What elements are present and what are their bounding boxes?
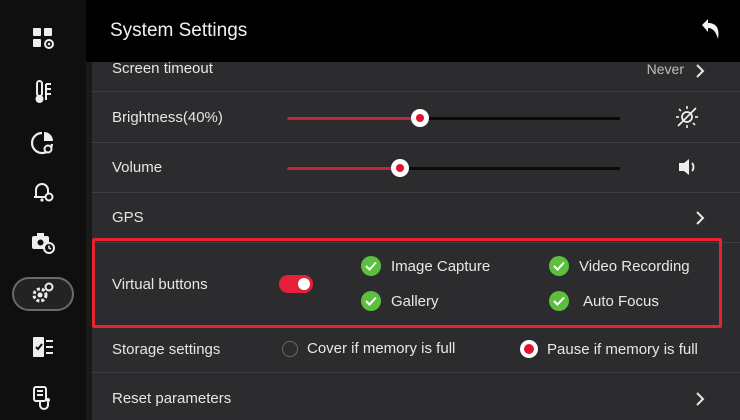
radio-cover-if-full[interactable]: Cover if memory is full — [282, 340, 455, 357]
chevron-right-icon — [694, 211, 706, 230]
radio-unselected-icon — [282, 340, 298, 357]
volume-slider-knob[interactable] — [391, 159, 410, 177]
radio-selected-icon — [520, 340, 538, 358]
chevron-right-icon — [694, 392, 706, 411]
gps-label: GPS — [112, 209, 144, 226]
sidebar-item-analysis[interactable] — [0, 118, 86, 168]
screen-timeout-label: Screen timeout — [112, 62, 213, 77]
volume-slider-fill — [287, 167, 401, 170]
sidebar-item-system-settings[interactable] — [0, 268, 86, 318]
radio-label: Pause if memory is full — [547, 340, 698, 358]
setting-row-gps[interactable]: GPS — [92, 193, 740, 243]
brightness-label: Brightness(40%) — [112, 109, 223, 126]
checklist-icon — [33, 337, 53, 357]
radio-label: Cover if memory is full — [307, 340, 456, 357]
brightness-slider-knob[interactable] — [411, 109, 430, 127]
sidebar-item-general[interactable] — [0, 13, 86, 63]
brightness-slider-fill — [287, 117, 421, 120]
setting-row-brightness: Brightness(40%) — [92, 93, 740, 143]
sidebar-item-alarm[interactable] — [0, 167, 86, 217]
volume-slider[interactable] — [287, 159, 620, 177]
storage-label: Storage settings — [112, 341, 221, 358]
radio-pause-if-full[interactable]: Pause if memory is full — [520, 340, 698, 358]
grid-settings-icon — [33, 28, 54, 49]
gears-icon — [32, 282, 54, 303]
screen-timeout-value: Never — [646, 62, 684, 77]
thermometer-icon — [35, 80, 51, 103]
pie-settings-icon — [30, 131, 54, 155]
header-bar: System Settings — [86, 0, 740, 62]
reset-label: Reset parameters — [112, 390, 232, 407]
volume-label: Volume — [112, 159, 163, 176]
setting-row-screen-timeout[interactable]: Screen timeout Never — [92, 62, 740, 92]
brightness-off-icon[interactable] — [674, 104, 700, 135]
speaker-icon[interactable] — [676, 156, 700, 183]
brightness-slider[interactable] — [287, 109, 620, 127]
back-arrow-icon — [702, 19, 719, 39]
camera-timer-icon — [32, 233, 55, 254]
sidebar-item-temperature[interactable] — [0, 67, 86, 117]
sidebar-item-capture[interactable] — [0, 217, 86, 267]
virtual-buttons-highlight — [92, 238, 722, 328]
stethoscope-icon — [33, 386, 50, 410]
setting-row-reset[interactable]: Reset parameters — [92, 373, 740, 420]
page-title: System Settings — [110, 20, 248, 41]
setting-row-volume: Volume — [92, 143, 740, 193]
chevron-right-icon — [694, 64, 706, 83]
sidebar-item-report[interactable] — [0, 322, 86, 372]
bell-settings-icon — [34, 183, 54, 202]
sidebar — [0, 0, 86, 420]
back-button[interactable] — [696, 14, 726, 44]
setting-row-storage: Storage settings Cover if memory is full… — [92, 325, 740, 373]
sidebar-item-diagnostics[interactable] — [0, 373, 86, 420]
